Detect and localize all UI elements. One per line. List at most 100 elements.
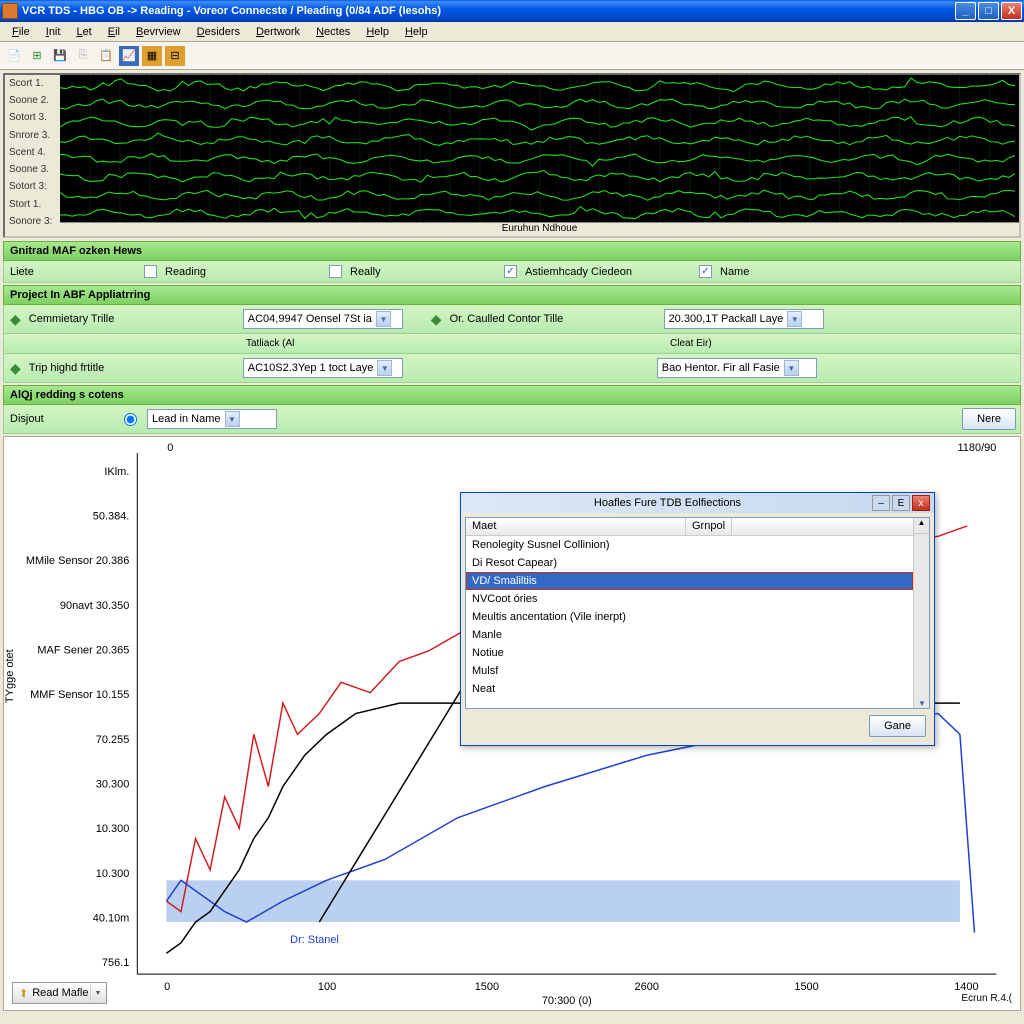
tool-save-icon[interactable]: 💾: [50, 46, 70, 66]
section-maf-header: Gnitrad MAF ozken Hews: [3, 241, 1021, 261]
section-redding-row: Disjout Lead in Name ▼ Nere: [3, 405, 1021, 434]
svg-text:0: 0: [164, 981, 170, 993]
svg-text:1180/90: 1180/90: [958, 442, 997, 454]
list-item[interactable]: Mulsf: [466, 662, 913, 680]
tool-tree-icon[interactable]: ⊞: [27, 46, 47, 66]
col-maet[interactable]: Maet: [466, 518, 686, 535]
nere-button[interactable]: Nere: [962, 408, 1016, 430]
svg-text:MAF Sener 20.365: MAF Sener 20.365: [37, 645, 129, 657]
svg-text:70:300 (0): 70:300 (0): [542, 995, 592, 1007]
menu-nectes[interactable]: Nectes: [308, 24, 358, 40]
list-item[interactable]: Di Resot Capear): [466, 554, 913, 572]
menu-help[interactable]: Help: [358, 24, 397, 40]
leadname-combo[interactable]: Lead in Name ▼: [147, 409, 277, 429]
list-item[interactable]: Manle: [466, 626, 913, 644]
tool-chart-icon[interactable]: 📈: [119, 46, 139, 66]
minimize-button[interactable]: _: [955, 2, 976, 20]
reading-checkbox[interactable]: [144, 265, 157, 278]
menu-dertwork[interactable]: Dertwork: [248, 24, 308, 40]
tool-copy-icon[interactable]: ⎘: [73, 46, 93, 66]
dialog-listbox[interactable]: Maet Grnpol Renolegity Susnel Collinion)…: [465, 517, 930, 709]
bullet-icon: ◆: [10, 311, 21, 328]
contor-combo[interactable]: 20.300,1T Packall Laye ▼: [664, 309, 824, 329]
dialog-minimize-button[interactable]: –: [872, 495, 890, 511]
astern-checkbox[interactable]: [504, 265, 517, 278]
svg-text:2600: 2600: [635, 981, 659, 993]
menu-let[interactable]: Let: [68, 24, 99, 40]
signal-channel-labels: Scort 1.Soone 2.Sotort 3.Snrore 3.Scent …: [5, 75, 60, 236]
bullet-icon: ◆: [431, 311, 442, 328]
read-mafle-label: Read Mafle: [32, 987, 88, 999]
hentor-combo[interactable]: Bao Hentor. Fir all Fasie ▼: [657, 358, 817, 378]
menu-desiders[interactable]: Desiders: [189, 24, 248, 40]
menu-file[interactable]: File: [4, 24, 38, 40]
chevron-down-icon: ▼: [376, 311, 391, 327]
list-item[interactable]: Neat: [466, 680, 913, 698]
svg-text:1400: 1400: [954, 981, 978, 993]
dialog-list-header: Maet Grnpol: [466, 518, 913, 536]
svg-text:90navt 30.350: 90navt 30.350: [60, 600, 129, 612]
really-label: Really: [350, 266, 500, 278]
svg-text:1500: 1500: [475, 981, 499, 993]
really-checkbox[interactable]: [329, 265, 342, 278]
tatliack-label: Tatliack (Al: [246, 338, 426, 349]
close-button[interactable]: X: [1001, 2, 1022, 20]
maximize-button[interactable]: □: [978, 2, 999, 20]
toolbar: 📄 ⊞ 💾 ⎘ 📋 📈 ▦ ⊟: [0, 42, 1024, 70]
svg-text:70.255: 70.255: [96, 734, 130, 746]
dialog-save-button[interactable]: Gane: [869, 715, 926, 737]
section-redding-header: AlQj redding s cotens: [3, 385, 1021, 405]
signal-row-label: Scort 1.: [5, 78, 60, 95]
dialog-close-button[interactable]: x: [912, 495, 930, 511]
tool-new-icon[interactable]: 📄: [4, 46, 24, 66]
section-project-row1b: Tatliack (Al Cleat Eir): [3, 334, 1021, 354]
signal-row-label: Snrore 3.: [5, 130, 60, 147]
commentary-label: Cemmietary Trille: [29, 313, 239, 325]
menu-init[interactable]: Init: [38, 24, 69, 40]
menu-help[interactable]: Help: [397, 24, 436, 40]
svg-text:0: 0: [167, 442, 173, 454]
liete-label: Liete: [10, 266, 140, 278]
dialog-scrollbar[interactable]: ▲ ▼: [913, 518, 929, 708]
signal-row-label: Sonore 3:: [5, 216, 60, 233]
disjout-radio[interactable]: [124, 413, 137, 426]
app-icon: [2, 3, 18, 19]
tool-grid-icon[interactable]: ▦: [142, 46, 162, 66]
list-item[interactable]: Renolegity Susnel Collinion): [466, 536, 913, 554]
signal-footer-label: Euruhun Ndhoue: [60, 222, 1019, 236]
menubar: FileInitLetEilBevrviewDesidersDertworkNe…: [0, 22, 1024, 42]
signal-row-label: Sotort 3.: [5, 112, 60, 129]
name-checkbox[interactable]: [699, 265, 712, 278]
tool-table-icon[interactable]: ⊟: [165, 46, 185, 66]
dialog-e-button[interactable]: E: [892, 495, 910, 511]
chart-footer-right: Ecrun R.4.(: [961, 993, 1012, 1004]
menu-eil[interactable]: Eil: [100, 24, 128, 40]
section-project-row2: ◆ Trip highd frtitle AC10S2.3Yep 1 toct …: [3, 354, 1021, 383]
disjout-label: Disjout: [10, 413, 120, 425]
list-item[interactable]: Notiue: [466, 644, 913, 662]
list-item[interactable]: VD/ Smaliltiis: [466, 572, 913, 590]
commentary-combo[interactable]: AC04,9947 Oensel 7St ia ▼: [243, 309, 403, 329]
list-item[interactable]: Meultis ancentation (Vile inerpt): [466, 608, 913, 626]
signal-grid[interactable]: Euruhun Ndhoue: [60, 75, 1019, 236]
signal-row-label: Soone 3.: [5, 164, 60, 181]
svg-text:Dr: Stanel: Dr: Stanel: [290, 934, 339, 946]
menu-bevrview[interactable]: Bevrview: [128, 24, 189, 40]
window-titlebar: VCR TDS - HBG OB -> Reading - Voreor Con…: [0, 0, 1024, 22]
svg-text:MMile Sensor 20.386: MMile Sensor 20.386: [26, 555, 129, 567]
trip-combo[interactable]: AC10S2.3Yep 1 toct Laye ▼: [243, 358, 403, 378]
svg-text:30.300: 30.300: [96, 779, 130, 791]
astern-label: Astiemhcady Ciedeon: [525, 266, 695, 278]
reading-label: Reading: [165, 266, 325, 278]
section-project-row1: ◆ Cemmietary Trille AC04,9947 Oensel 7St…: [3, 305, 1021, 334]
svg-text:10.300: 10.300: [96, 823, 130, 835]
commentary-combo-value: AC04,9947 Oensel 7St ia: [248, 313, 372, 325]
list-item[interactable]: NVCoot óries: [466, 590, 913, 608]
signal-row-label: Sotort 3:: [5, 181, 60, 198]
col-grnpol[interactable]: Grnpol: [686, 518, 732, 535]
signal-row-label: Stort 1.: [5, 199, 60, 216]
cleat-label: Cleat Eir): [670, 338, 712, 349]
svg-text:IKlm.: IKlm.: [104, 466, 129, 478]
tool-paste-icon[interactable]: 📋: [96, 46, 116, 66]
read-mafle-button[interactable]: ⬆ Read Mafle ▼: [12, 982, 107, 1004]
